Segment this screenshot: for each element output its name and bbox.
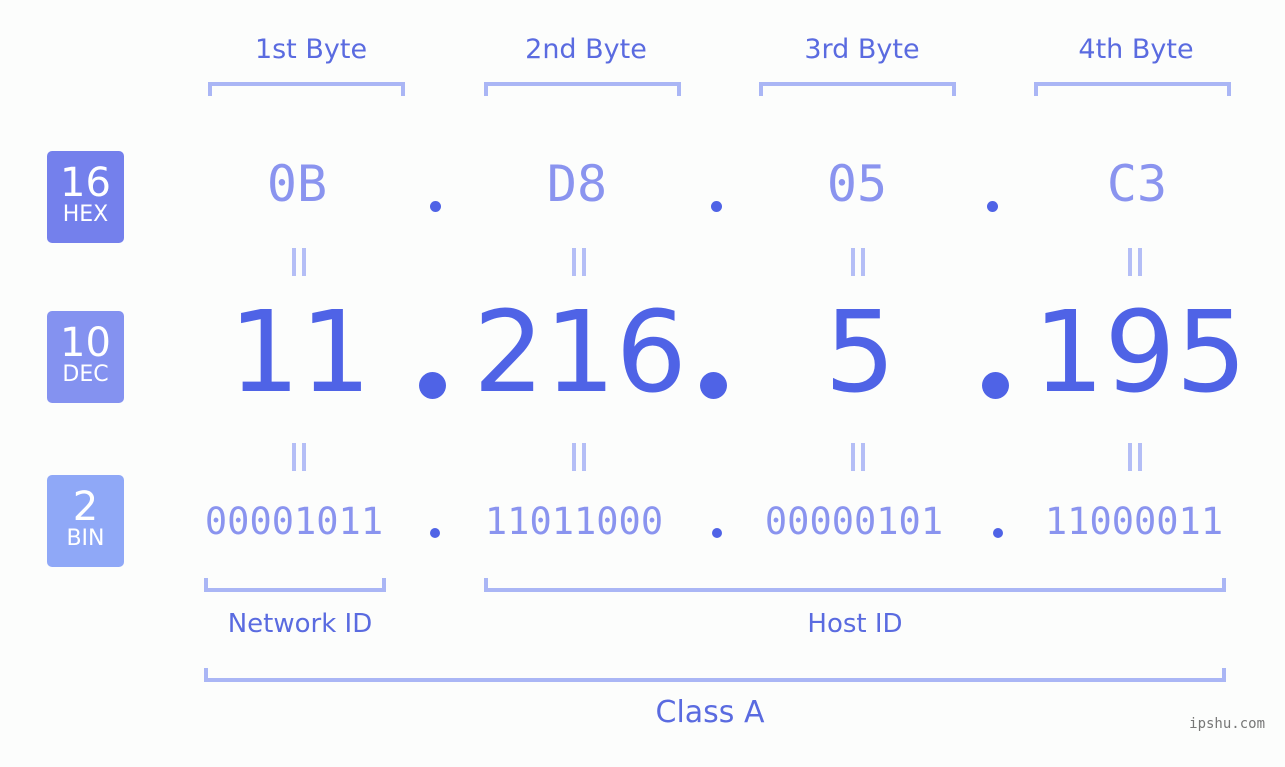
equals-icon (1128, 248, 1142, 276)
bin-badge: 2 BIN (47, 475, 124, 567)
hex-value-3: 05 (826, 155, 888, 213)
hex-dot-1 (430, 201, 441, 212)
dec-value-3: 5 (824, 288, 896, 418)
equals-icon (1128, 443, 1142, 471)
byte-bracket-4 (1034, 82, 1231, 96)
watermark: ipshu.com (1189, 716, 1265, 732)
byte-title-1: 1st Byte (254, 34, 368, 65)
bin-value-3: 00000101 (764, 500, 944, 543)
dec-dot-1 (419, 372, 446, 399)
network-id-bracket (204, 578, 386, 592)
bin-base-number: 2 (72, 484, 99, 530)
equals-icon (572, 248, 586, 276)
hex-dot-2 (711, 201, 722, 212)
dec-dot-3 (982, 372, 1009, 399)
byte-bracket-3 (759, 82, 956, 96)
equals-icon (292, 248, 306, 276)
dec-value-1: 11 (228, 288, 372, 418)
byte-title-3: 3rd Byte (804, 34, 920, 65)
hex-badge: 16 HEX (47, 151, 124, 243)
bin-value-4: 11000011 (1044, 500, 1224, 543)
equals-icon (851, 443, 865, 471)
bin-dot-3 (993, 528, 1003, 538)
byte-bracket-2 (484, 82, 681, 96)
dec-dot-2 (700, 372, 727, 399)
bin-value-1: 00001011 (204, 500, 384, 543)
equals-icon (292, 443, 306, 471)
bin-dot-1 (430, 528, 440, 538)
class-bracket (204, 668, 1226, 682)
dec-base-label: DEC (62, 362, 109, 387)
hex-dot-3 (987, 201, 998, 212)
hex-value-4: C3 (1106, 155, 1168, 213)
dec-value-4: 195 (1033, 288, 1247, 418)
bin-dot-2 (712, 528, 722, 538)
hex-base-label: HEX (62, 202, 109, 227)
host-id-label: Host ID (807, 609, 903, 639)
bin-value-2: 11011000 (484, 500, 664, 543)
hex-base-number: 16 (60, 160, 111, 206)
hex-value-2: D8 (546, 155, 608, 213)
hex-value-1: 0B (266, 155, 328, 213)
network-id-label: Network ID (227, 609, 373, 639)
dec-value-2: 216 (473, 288, 687, 418)
bin-base-label: BIN (66, 526, 105, 551)
byte-bracket-1 (208, 82, 405, 96)
byte-title-4: 4th Byte (1078, 34, 1194, 65)
equals-icon (851, 248, 865, 276)
dec-base-number: 10 (60, 320, 111, 366)
class-label: Class A (655, 695, 765, 730)
byte-title-2: 2nd Byte (525, 34, 647, 65)
dec-badge: 10 DEC (47, 311, 124, 403)
host-id-bracket (484, 578, 1226, 592)
equals-icon (572, 443, 586, 471)
